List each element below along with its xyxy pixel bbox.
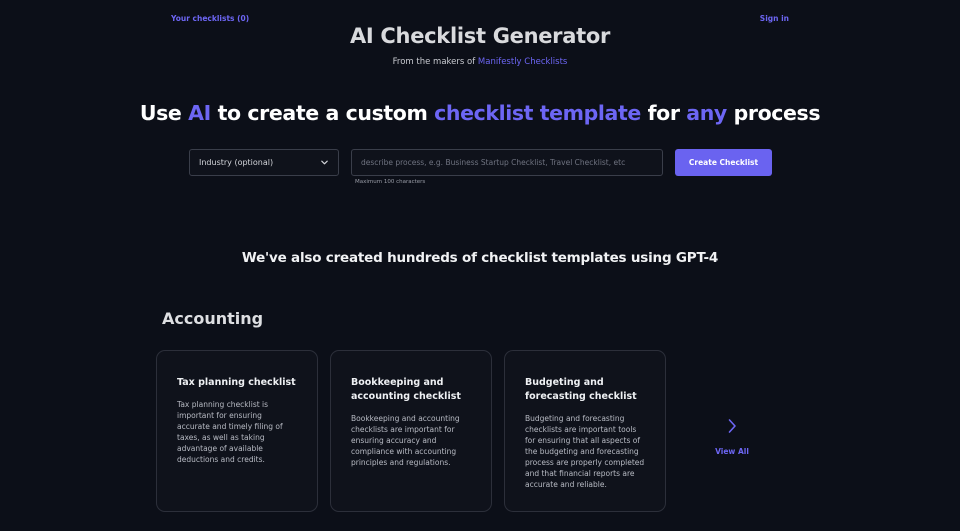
create-checklist-button[interactable]: Create Checklist [675,149,772,176]
view-all-label: View All [715,447,749,456]
card-description: Bookkeeping and accounting checklists ar… [351,414,460,467]
process-input[interactable] [351,149,663,176]
chevron-down-icon [321,160,328,165]
hero-any: any [686,101,727,125]
hero-checklist-template: checklist template [434,101,641,125]
hero-text-1: Use [139,101,189,125]
card-description: Budgeting and forecasting checklists are… [525,414,645,489]
card-title: Budgeting and forecasting checklist [525,377,637,402]
view-all-button[interactable]: View All [707,418,757,458]
industry-select-label: Industry (optional) [199,158,274,167]
sign-in-link[interactable]: Sign in [760,14,789,23]
card-description: Tax planning checklist is important for … [177,400,283,464]
hero-ai: AI [188,101,211,125]
subtitle-prefix: From the makers of [392,57,476,67]
hero-text-2: to create a custom [210,101,435,125]
industry-select[interactable]: Industry (optional) [189,149,339,176]
card-title: Bookkeeping and accounting checklist [351,377,461,402]
template-card-bookkeeping[interactable]: Bookkeeping and accounting checklist Boo… [330,350,492,512]
hero-heading: Use AI to create a custom checklist temp… [0,101,960,125]
template-card-tax-planning[interactable]: Tax planning checklist Tax planning chec… [156,350,318,512]
subtitle: From the makers of Manifestly Checklists [0,57,960,67]
chevron-right-icon [728,419,736,433]
manifestly-link[interactable]: Manifestly Checklists [478,57,567,67]
category-heading: Accounting [162,309,264,328]
max-characters-hint: Maximum 100 characters [355,179,426,185]
hero-text-3: for [640,101,687,125]
app-title: AI Checklist Generator [349,24,611,48]
template-card-budgeting[interactable]: Budgeting and forecasting checklist Budg… [504,350,666,512]
card-title: Tax planning checklist [177,377,296,388]
your-checklists-link[interactable]: Your checklists (0) [171,14,249,23]
hero-text-4: process [726,101,821,125]
templates-heading: We've also created hundreds of checklist… [241,250,719,266]
